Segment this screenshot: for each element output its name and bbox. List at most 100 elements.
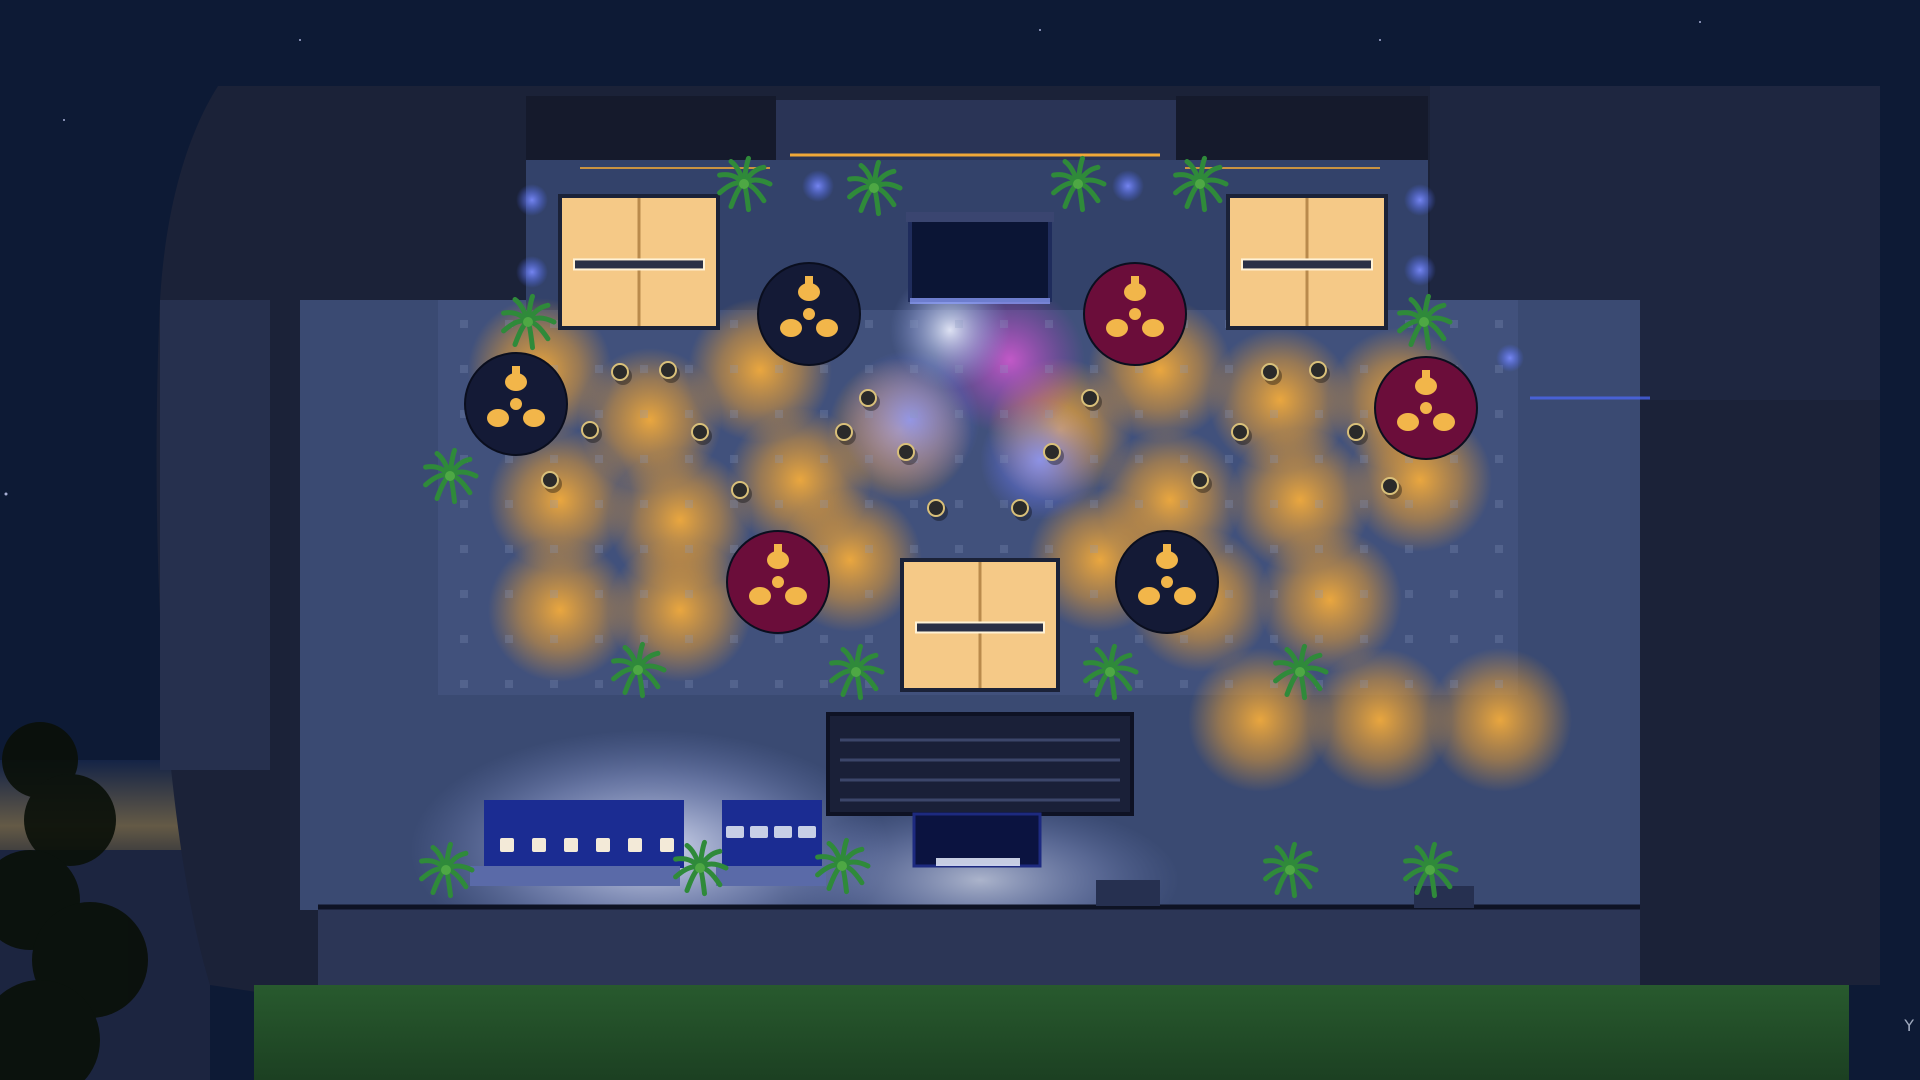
floor-tile — [1180, 500, 1188, 508]
cushion — [750, 826, 768, 838]
table-chair — [1397, 413, 1419, 431]
floor-tile — [1360, 455, 1368, 463]
palm-core — [1073, 179, 1083, 189]
floor-tile — [640, 545, 648, 553]
floor-tile — [460, 635, 468, 643]
floor-tile — [1225, 545, 1233, 553]
cocktail-top — [1011, 499, 1029, 517]
table-centerpiece — [1420, 402, 1432, 414]
floor-tile — [460, 365, 468, 373]
floor-tile — [1000, 365, 1008, 373]
palm-core — [1285, 865, 1295, 875]
floor-tile — [640, 410, 648, 418]
cushion — [500, 838, 514, 852]
cocktail-top — [541, 471, 559, 489]
floor-tile — [1495, 410, 1503, 418]
palm-core — [695, 863, 705, 873]
floor-tile — [595, 455, 603, 463]
floor-tile — [1225, 635, 1233, 643]
stage-screen — [908, 212, 1052, 302]
table-chair — [1142, 319, 1164, 337]
palm-core — [633, 665, 643, 675]
floor-tile — [1180, 410, 1188, 418]
lounge-base-left — [470, 866, 680, 886]
table-centerpiece — [1129, 308, 1141, 320]
palm-core — [869, 183, 879, 193]
floor-tile — [1315, 500, 1323, 508]
floor-tile — [1135, 635, 1143, 643]
floor-tile — [955, 455, 963, 463]
cocktail-top — [581, 421, 599, 439]
cocktail-top — [1261, 363, 1279, 381]
table-lamp — [774, 544, 782, 554]
floor-tile — [640, 365, 648, 373]
cushion — [726, 826, 744, 838]
floor-tile — [505, 500, 513, 508]
palm-core — [523, 317, 533, 327]
venue-scene — [0, 0, 1920, 1080]
cushion — [628, 838, 642, 852]
cocktail-top — [897, 443, 915, 461]
floor-tile — [1450, 455, 1458, 463]
floor-tile — [1315, 545, 1323, 553]
floor-tile — [595, 635, 603, 643]
floor-tile — [1090, 410, 1098, 418]
bench-2 — [1414, 886, 1474, 908]
floor-tile — [1225, 410, 1233, 418]
floor-tile — [685, 635, 693, 643]
bench-1 — [1096, 880, 1160, 906]
cocktail-top — [927, 499, 945, 517]
floor-tile — [820, 545, 828, 553]
floor-tile — [1270, 455, 1278, 463]
lounge-sofa-left — [484, 800, 684, 868]
gazebo-beam — [573, 258, 705, 271]
floor-tile — [640, 635, 648, 643]
floor-tile — [1495, 680, 1503, 688]
table-centerpiece — [803, 308, 815, 320]
floor-tile — [1225, 680, 1233, 688]
table-chair — [785, 587, 807, 605]
floor-tile — [1450, 590, 1458, 598]
floor-tile — [1135, 365, 1143, 373]
floor-tile — [460, 500, 468, 508]
floor-tile — [955, 500, 963, 508]
floor-tile — [460, 680, 468, 688]
floor-tile — [775, 500, 783, 508]
floor-tile — [1360, 410, 1368, 418]
floor-tile — [595, 410, 603, 418]
floor-tile — [1495, 455, 1503, 463]
floor-tile — [1495, 590, 1503, 598]
floor-tile — [1450, 635, 1458, 643]
floor-tile — [1180, 455, 1188, 463]
cocktail-top — [835, 423, 853, 441]
palm-core — [1105, 667, 1115, 677]
floor-tile — [820, 635, 828, 643]
cocktail-top — [1231, 423, 1249, 441]
floor-tile — [550, 455, 558, 463]
floor-tile — [1315, 635, 1323, 643]
cocktail-top — [659, 361, 677, 379]
floor-tile — [1090, 545, 1098, 553]
table-lamp — [1131, 276, 1139, 286]
floor-tile — [1405, 500, 1413, 508]
floor-tile — [1270, 410, 1278, 418]
floor-tile — [865, 500, 873, 508]
floor-tile — [595, 680, 603, 688]
floor-tile — [1405, 590, 1413, 598]
floor-tile — [1495, 635, 1503, 643]
floor-tile — [595, 545, 603, 553]
floor-tile — [685, 365, 693, 373]
table-chair — [816, 319, 838, 337]
floor-tile — [1180, 635, 1188, 643]
cocktail-top — [1191, 471, 1209, 489]
floor-tile — [820, 455, 828, 463]
floor-tile — [955, 320, 963, 328]
floor-tile — [460, 320, 468, 328]
floor-tile — [1045, 410, 1053, 418]
gazebo-tent — [1226, 194, 1388, 330]
table-chair — [523, 409, 545, 427]
floor-tile — [1090, 635, 1098, 643]
lawn — [254, 985, 1849, 1080]
floor-tile — [1495, 320, 1503, 328]
floor-tile — [1360, 590, 1368, 598]
